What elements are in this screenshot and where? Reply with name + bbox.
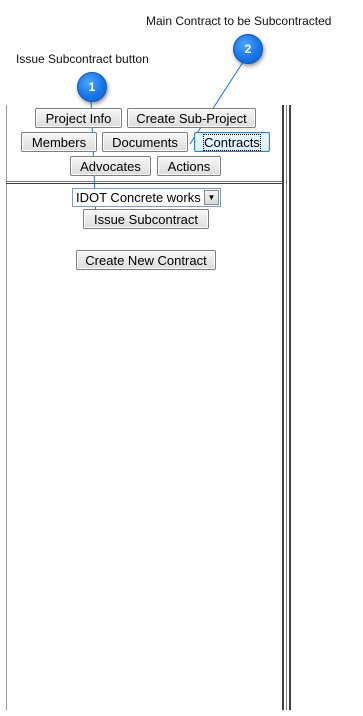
tab-advocates[interactable]: Advocates bbox=[70, 156, 151, 176]
tab-members[interactable]: Members bbox=[21, 132, 97, 152]
issue-subcontract-label: Issue Subcontract bbox=[93, 211, 199, 227]
tab-members-label: Members bbox=[31, 134, 87, 150]
frame-left-border bbox=[6, 105, 7, 710]
tab-contracts[interactable]: Contracts bbox=[194, 132, 270, 152]
tab-project-info-label: Project Info bbox=[45, 110, 112, 126]
panel-divider bbox=[6, 183, 282, 186]
tab-actions[interactable]: Actions bbox=[157, 156, 221, 176]
create-new-contract-button[interactable]: Create New Contract bbox=[76, 250, 216, 270]
tab-create-sub-project[interactable]: Create Sub-Project bbox=[127, 108, 256, 128]
tab-documents-label: Documents bbox=[112, 134, 178, 150]
tab-advocates-label: Advocates bbox=[80, 158, 141, 174]
tab-documents[interactable]: Documents bbox=[102, 132, 188, 152]
frame-splitter[interactable] bbox=[282, 105, 291, 710]
chevron-down-icon[interactable]: ▼ bbox=[204, 190, 219, 205]
tab-project-info[interactable]: Project Info bbox=[35, 108, 122, 128]
callout-1-label: Issue Subcontract button bbox=[16, 52, 149, 66]
create-new-contract-label: Create New Contract bbox=[85, 252, 207, 268]
contract-select-value: IDOT Concrete works bbox=[76, 190, 201, 205]
contract-select[interactable]: IDOT Concrete works ▼ bbox=[72, 188, 221, 207]
tab-create-sub-project-label: Create Sub-Project bbox=[136, 110, 247, 126]
tab-contracts-label: Contracts bbox=[203, 133, 261, 151]
callout-2-badge: 2 bbox=[233, 34, 263, 64]
callout-1-badge: 1 bbox=[77, 72, 107, 102]
tab-actions-label: Actions bbox=[167, 158, 211, 174]
issue-subcontract-button[interactable]: Issue Subcontract bbox=[83, 209, 209, 229]
callout-2-label: Main Contract to be Subcontracted bbox=[146, 14, 332, 28]
